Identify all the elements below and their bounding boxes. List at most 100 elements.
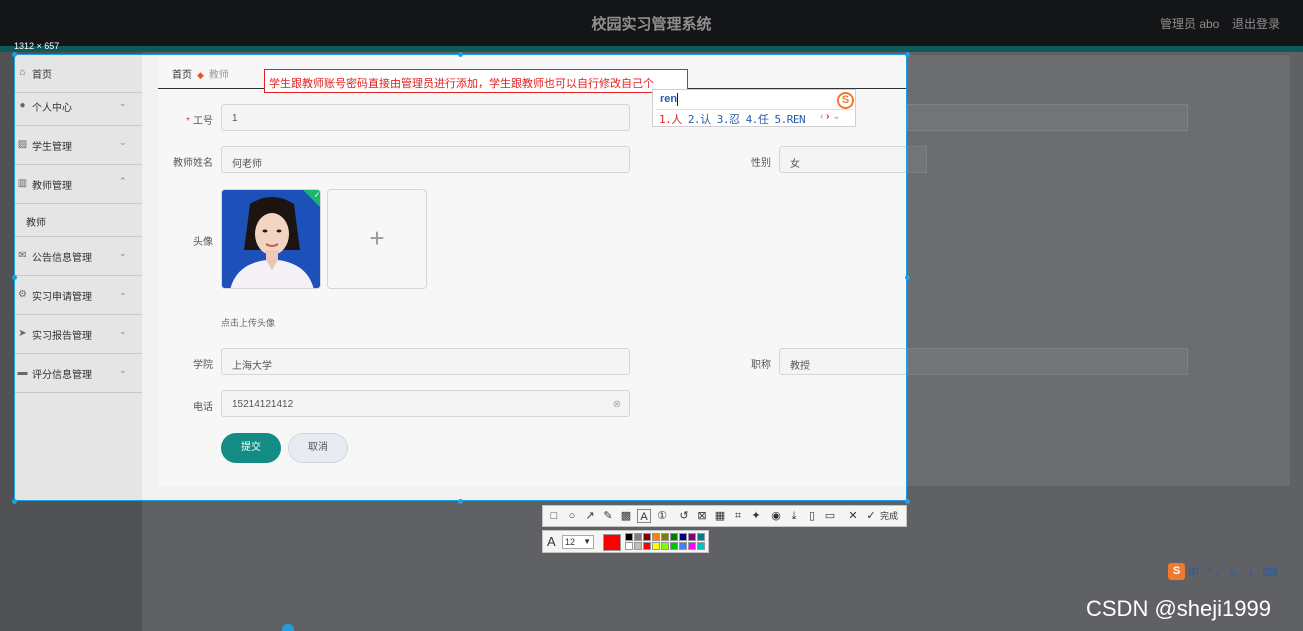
color-swatch[interactable] [688, 542, 696, 550]
sidebar-subitem-teacher[interactable]: 教师 [14, 203, 142, 237]
avatar-upload-button[interactable]: + [327, 189, 427, 289]
color-swatch[interactable] [634, 533, 642, 541]
font-size-select[interactable]: 12 ▼ [562, 535, 594, 549]
color-swatch[interactable] [625, 542, 633, 550]
resize-handle[interactable] [12, 52, 17, 57]
sidebar-item-label: 个人中心 [32, 103, 72, 114]
sidebar-item-teachers[interactable]: ▥ 教师管理 ⌃ [14, 165, 142, 204]
teacher-name-input[interactable]: 何老师 [221, 146, 630, 173]
cancel-button[interactable]: 取消 [288, 433, 348, 463]
avatar-image[interactable]: ✓ [221, 189, 321, 289]
ime-candidates[interactable]: 1.人 2.认 3.忍 4.任 5.REN [659, 111, 806, 127]
sidebar-item-intern-apply[interactable]: ⚙ 实习申请管理 ⌄ [14, 276, 142, 315]
bookmark-icon[interactable]: ▭ [823, 509, 837, 523]
mail-icon: ✉ [18, 250, 27, 261]
current-color[interactable] [603, 534, 621, 551]
ime-candidate[interactable]: 2.认 [688, 113, 711, 126]
job-title-input[interactable]: 教授 [779, 348, 907, 375]
color-swatch[interactable] [643, 533, 651, 541]
gonghao-input[interactable]: 1 [221, 104, 630, 131]
resize-handle[interactable] [458, 52, 463, 57]
pencil-tool-icon[interactable]: ✎ [601, 509, 615, 523]
color-swatch[interactable] [679, 542, 687, 550]
ime-candidate[interactable]: 1.人 [659, 113, 682, 126]
arrow-tool-icon[interactable]: ↗ [583, 509, 597, 523]
color-swatch[interactable] [697, 542, 705, 550]
color-swatch[interactable] [670, 542, 678, 550]
color-swatch[interactable] [679, 533, 687, 541]
ime-status-bar[interactable]: S 中 °, ☺ ♪ ⌨ [1166, 562, 1303, 582]
color-swatch[interactable] [661, 542, 669, 550]
text-tool-icon[interactable]: A [637, 509, 651, 523]
watermark: CSDN @sheji1999 [1086, 596, 1271, 621]
current-user[interactable]: 管理员 abo [1160, 15, 1219, 32]
resize-handle[interactable] [12, 499, 17, 504]
color-swatch[interactable] [670, 533, 678, 541]
annotation-textbox[interactable]: 学生跟教师账号密码直接由管理员进行添加，学生跟教师也可以自行修改自己个 [264, 69, 688, 93]
color-swatch[interactable] [634, 542, 642, 550]
ellipse-tool-icon[interactable]: ○ [565, 509, 579, 523]
ocr-icon[interactable]: ⊠ [695, 509, 709, 523]
ime-candidate[interactable]: 5.REN [775, 113, 806, 126]
job-title-label: 职称 [751, 360, 771, 371]
color-swatch[interactable] [643, 542, 651, 550]
record-icon[interactable]: ◉ [769, 509, 783, 523]
submit-button[interactable]: 提交 [221, 433, 281, 463]
ime-composition: ren [660, 93, 678, 105]
color-swatch[interactable] [697, 533, 705, 541]
chart-icon: ▨ [17, 139, 28, 150]
logout-link[interactable]: 退出登录 [1232, 15, 1280, 32]
ime-candidate[interactable]: 3.忍 [717, 113, 740, 126]
ime-page-nav[interactable]: ‹ › ⌄ [820, 111, 841, 122]
download-icon[interactable]: ⤓ [787, 509, 801, 523]
chevron-down-icon: ⌄ [119, 287, 127, 297]
rectangle-tool-icon[interactable]: □ [547, 509, 561, 523]
color-swatch[interactable] [625, 533, 633, 541]
ime-candidate[interactable]: 4.任 [746, 113, 769, 126]
color-swatch[interactable] [652, 533, 660, 541]
translate-icon[interactable]: ⌗ [731, 509, 745, 523]
gender-select[interactable]: 女 [779, 146, 907, 173]
save-icon[interactable]: ▯ [805, 509, 819, 523]
resize-handle[interactable] [905, 275, 910, 280]
plus-icon: + [369, 223, 385, 253]
number-tool-icon[interactable]: ① [655, 509, 669, 523]
mosaic-tool-icon[interactable]: ▩ [619, 509, 633, 523]
check-icon[interactable]: ✓ [864, 509, 878, 523]
resize-handle[interactable] [12, 275, 17, 280]
send-icon: ➤ [18, 328, 27, 339]
sidebar-item-personal[interactable]: ● 个人中心 ⌄ [14, 87, 142, 126]
dimmed-input [907, 104, 1188, 131]
chevron-down-icon: ⌄ [119, 137, 127, 147]
breadcrumb-home[interactable]: 首页 [172, 70, 192, 81]
teacher-name-label: 教师姓名 [173, 158, 213, 169]
sidebar-item-scores[interactable]: ▬ 评分信息管理 ⌄ [14, 354, 142, 393]
resize-handle[interactable] [282, 624, 294, 631]
chevron-up-icon: ⌃ [119, 176, 127, 186]
sidebar-item-label: 评分信息管理 [32, 370, 92, 381]
pin-icon[interactable]: ✦ [749, 509, 763, 523]
color-swatch[interactable] [688, 533, 696, 541]
sidebar-item-label: 公告信息管理 [32, 253, 92, 264]
phone-input[interactable]: 15214121412 ⊗ [221, 390, 630, 417]
qrcode-icon[interactable]: ▦ [713, 509, 727, 523]
gender-label: 性别 [751, 158, 771, 169]
sidebar-item-students[interactable]: ▨ 学生管理 ⌄ [14, 126, 142, 165]
avatar-label: 头像 [193, 237, 213, 248]
resize-handle[interactable] [905, 52, 910, 57]
sidebar-item-notices[interactable]: ✉ 公告信息管理 ⌄ [14, 237, 142, 276]
sogou-logo-icon: S [837, 92, 854, 109]
clear-icon[interactable]: ⊗ [613, 399, 621, 410]
monitor-icon: ▬ [17, 367, 28, 378]
chevron-down-icon: ⌄ [119, 98, 127, 108]
sidebar-item-intern-report[interactable]: ➤ 实习报告管理 ⌄ [14, 315, 142, 354]
resize-handle[interactable] [458, 499, 463, 504]
college-input[interactable]: 上海大学 [221, 348, 630, 375]
ime-candidate-popup[interactable]: ren S 1.人 2.认 3.忍 4.任 5.REN ‹ › ⌄ [652, 89, 856, 127]
color-swatch[interactable] [652, 542, 660, 550]
undo-icon[interactable]: ↺ [677, 509, 691, 523]
close-icon[interactable]: ✕ [846, 509, 860, 523]
done-button[interactable]: 完成 [880, 509, 898, 522]
color-swatch[interactable] [661, 533, 669, 541]
resize-handle[interactable] [905, 499, 910, 504]
